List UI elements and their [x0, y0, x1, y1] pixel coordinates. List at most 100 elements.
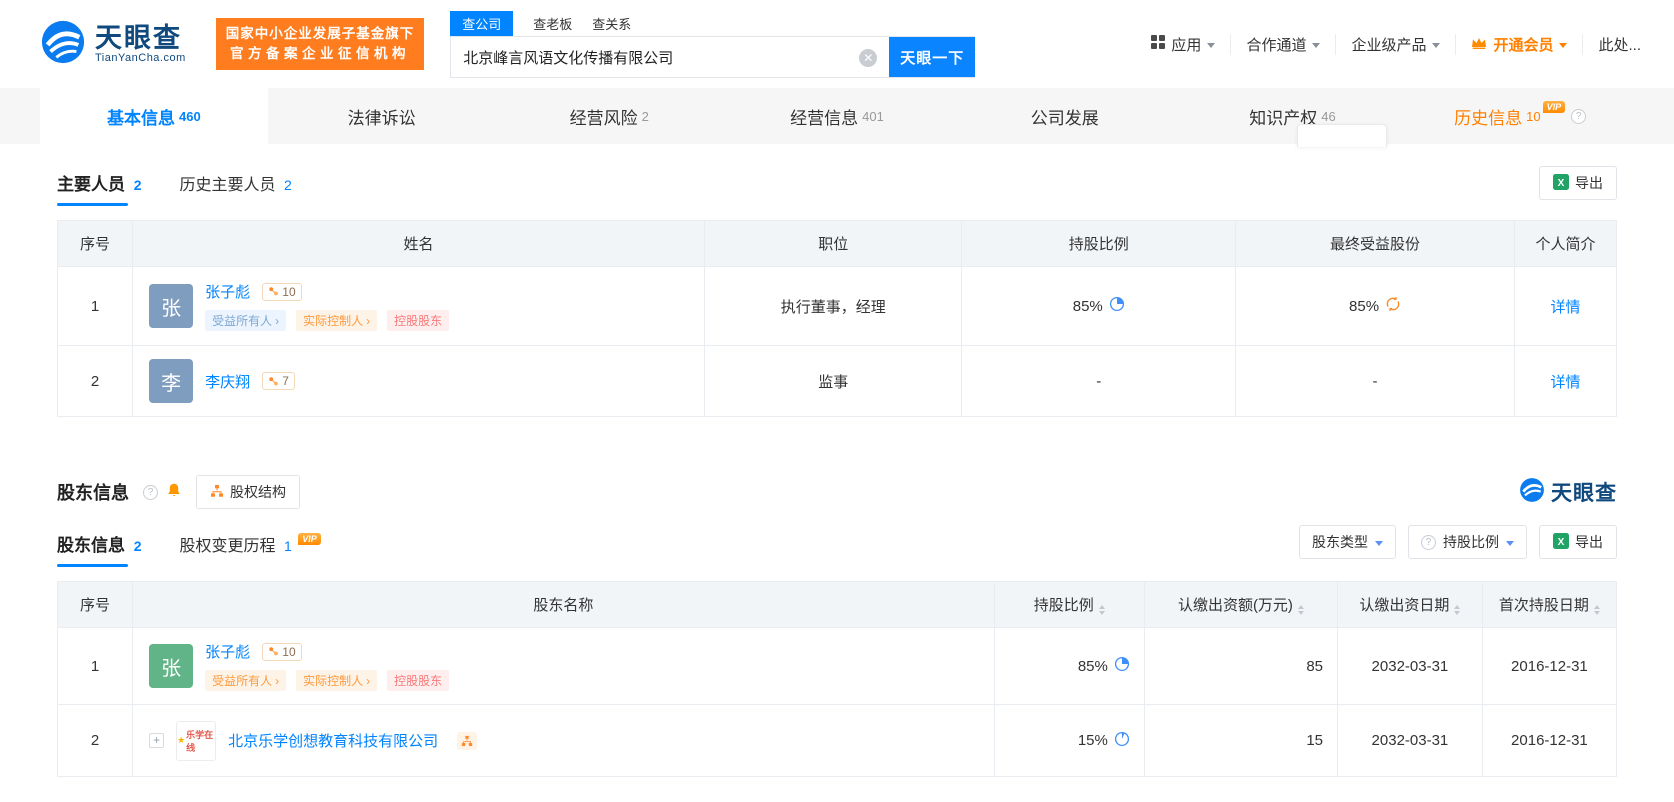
search-tab-boss[interactable]: 查老板 [533, 14, 572, 33]
svg-text:X: X [1558, 177, 1565, 188]
shareholders-section: 股东信息 ? 股权结构 天眼查 股东信息 2 股权变更历程 1 VIP [0, 475, 1674, 777]
search-tab-company[interactable]: 查公司 [450, 11, 513, 36]
expand-row-icon[interactable]: + [149, 733, 164, 748]
subscribe-date-cell: 2032-03-31 [1338, 705, 1483, 777]
nav-apps[interactable]: 应用 [1136, 34, 1230, 55]
search-input[interactable] [451, 37, 889, 77]
org-chart-icon [461, 735, 473, 747]
row-index: 2 [58, 705, 133, 777]
shareholders-title-row: 股东信息 ? 股权结构 天眼查 [57, 475, 1617, 509]
first-hold-date-cell: 2016-12-31 [1482, 705, 1616, 777]
tab-key-members-label: 主要人员 [57, 175, 125, 194]
col-ratio-label: 持股比例 [1034, 597, 1094, 614]
search-tab-relation[interactable]: 查关系 [592, 14, 631, 33]
tab-basic-info-count: 460 [179, 109, 201, 124]
tab-legal[interactable]: 法律诉讼 [268, 88, 496, 144]
tag-beneficial-owner[interactable]: 受益所有人 [205, 310, 286, 331]
members-table-header-row: 序号 姓名 职位 持股比例 最终受益股份 个人简介 [58, 221, 1617, 267]
tianyancha-swoosh-icon [1519, 477, 1545, 508]
equity-structure-chip[interactable] [457, 732, 477, 750]
tab-key-members[interactable]: 主要人员 2 [57, 170, 142, 206]
gov-certification-badge: 国家中小企业发展子基金旗下 官方备案企业征信机构 [216, 18, 425, 70]
person-link[interactable]: 李庆翔 [205, 374, 250, 391]
pie-chart-icon[interactable] [1109, 296, 1125, 316]
col-subscribed-amount[interactable]: 认缴出资额(万元) [1144, 582, 1337, 628]
relation-count-badge[interactable]: 10 [262, 643, 301, 661]
cutoff-floating-button[interactable] [1297, 124, 1387, 147]
nav-enterprise-products[interactable]: 企业级产品 [1335, 34, 1455, 55]
search-box: ✕ 天眼一下 [450, 36, 975, 78]
tab-basic-info[interactable]: 基本信息 460 [40, 88, 268, 144]
ratio-filter-select[interactable]: ? 持股比例 [1408, 525, 1527, 559]
relation-graph-icon [268, 376, 279, 387]
nav-cooperation[interactable]: 合作通道 [1230, 34, 1335, 55]
detail-link[interactable]: 详情 [1551, 374, 1581, 391]
avatar: 张 [149, 644, 193, 688]
final-benefit-cell: 85% [1236, 267, 1515, 346]
shareholder-name-cell: 张 张子彪 10 受益所有人 实际控制人 [133, 628, 995, 705]
shareholders-export-button[interactable]: X 导出 [1539, 525, 1617, 559]
tab-history-members-label: 历史主要人员 [180, 177, 276, 194]
tab-operation-info[interactable]: 经营信息 401 [723, 88, 951, 144]
sort-icon[interactable] [1099, 605, 1105, 615]
tab-shareholder-info-label: 股东信息 [57, 536, 125, 555]
pie-chart-icon[interactable] [1114, 731, 1130, 751]
tag-actual-controller[interactable]: 实际控制人 [296, 310, 377, 331]
tab-shareholder-info[interactable]: 股东信息 2 [57, 531, 142, 567]
benefit-cycle-icon[interactable] [1385, 296, 1401, 316]
shareholder-name-cell: + ★ 乐学在线 北京乐学创想教育科技有限公司 [133, 705, 995, 777]
tab-company-development-label: 公司发展 [1031, 104, 1099, 129]
person-link[interactable]: 张子彪 [205, 644, 250, 661]
table-row: 2 李 李庆翔 7 监事 - - [58, 346, 1617, 417]
profile-cell: 详情 [1515, 346, 1617, 417]
member-name-cell: 张 张子彪 10 受益所有人 实际控制人 [133, 267, 705, 346]
detail-link[interactable]: 详情 [1551, 299, 1581, 316]
tag-controlling-shareholder[interactable]: 控股股东 [387, 670, 449, 691]
person-link[interactable]: 张子彪 [205, 284, 250, 301]
final-benefit-value: 85% [1349, 298, 1379, 315]
tag-actual-controller[interactable]: 实际控制人 [296, 670, 377, 691]
company-link[interactable]: 北京乐学创想教育科技有限公司 [228, 730, 438, 751]
avatar: 李 [149, 359, 193, 403]
sort-icon[interactable] [1594, 605, 1600, 615]
members-table: 序号 姓名 职位 持股比例 最终受益股份 个人简介 1 张 张子彪 [57, 220, 1617, 417]
tianyancha-watermark-logo: 天眼查 [1519, 477, 1617, 508]
members-export-button[interactable]: X 导出 [1539, 166, 1617, 200]
chevron-down-icon [1207, 43, 1215, 48]
help-icon[interactable]: ? [1571, 109, 1586, 124]
bell-icon[interactable] [166, 482, 182, 503]
help-icon[interactable]: ? [143, 485, 158, 500]
tab-equity-change-count: 1 [284, 538, 292, 554]
col-ratio[interactable]: 持股比例 [994, 582, 1144, 628]
relation-count-badge[interactable]: 10 [262, 283, 301, 301]
tab-history-info[interactable]: 历史信息 10 VIP ? [1406, 88, 1634, 144]
tianyancha-logo[interactable]: 天眼查 TianYanCha.com [40, 19, 186, 70]
tab-history-members[interactable]: 历史主要人员 2 [180, 171, 292, 206]
tab-basic-info-label: 基本信息 [107, 104, 175, 129]
pie-chart-icon[interactable] [1114, 656, 1130, 676]
tag-controlling-shareholder[interactable]: 控股股东 [387, 310, 449, 331]
search-button[interactable]: 天眼一下 [889, 37, 975, 77]
equity-structure-button[interactable]: 股权结构 [196, 475, 300, 509]
shareholders-export-label: 导出 [1575, 532, 1603, 552]
relation-graph-icon [268, 286, 279, 297]
sort-icon[interactable] [1454, 605, 1460, 615]
relation-count-badge[interactable]: 7 [262, 372, 295, 390]
tab-history-members-count: 2 [284, 177, 292, 193]
nav-cooperation-label: 合作通道 [1246, 34, 1306, 55]
col-subscribe-date[interactable]: 认缴出资日期 [1338, 582, 1483, 628]
sort-icon[interactable] [1298, 605, 1304, 615]
tab-equity-change-history[interactable]: 股权变更历程 1 VIP [180, 532, 321, 567]
col-first-hold-date[interactable]: 首次持股日期 [1482, 582, 1616, 628]
shareholder-type-select[interactable]: 股东类型 [1299, 525, 1396, 559]
ratio-cell: - [962, 346, 1236, 417]
chevron-down-icon [1375, 541, 1383, 546]
shareholder-type-label: 股东类型 [1312, 532, 1368, 552]
tag-beneficial-owner[interactable]: 受益所有人 [205, 670, 286, 691]
tab-operation-risk[interactable]: 经营风险 2 [495, 88, 723, 144]
svg-text:X: X [1558, 536, 1565, 547]
nav-more[interactable]: 此处... [1582, 34, 1656, 55]
tianyancha-swoosh-icon [40, 19, 86, 70]
tab-company-development[interactable]: 公司发展 [951, 88, 1179, 144]
nav-open-vip[interactable]: 开通会员 [1455, 34, 1582, 55]
